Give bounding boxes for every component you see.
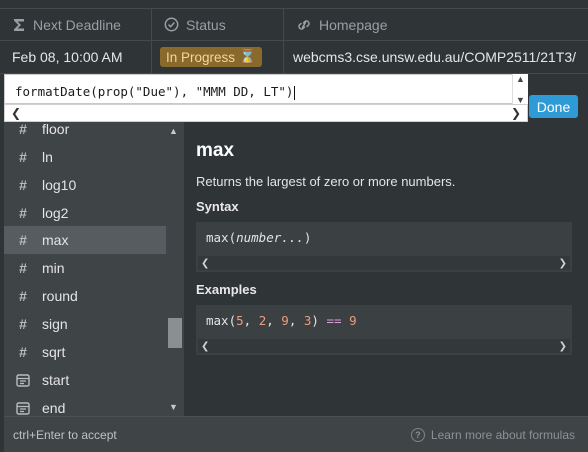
column-label: Next Deadline <box>33 16 121 33</box>
list-item-max[interactable]: # max <box>4 226 166 254</box>
list-item-label: log2 <box>42 205 69 221</box>
list-item-round[interactable]: # round <box>4 282 166 310</box>
code-operator: == <box>326 313 342 328</box>
code-fn: max( <box>206 313 237 328</box>
status-icon <box>164 17 179 32</box>
list-item-sign[interactable]: # sign <box>4 310 166 338</box>
column-header-status[interactable]: Status <box>152 9 284 40</box>
hourglass-icon: ⌛ <box>239 49 256 64</box>
hash-icon: # <box>19 205 27 221</box>
list-item-label: round <box>42 288 78 304</box>
hash-icon: # <box>19 177 27 193</box>
keyboard-hint: ctrl+Enter to accept <box>13 427 117 442</box>
table-row[interactable]: Feb 08, 10:00 AM In Progress ⌛ webcms3.c… <box>0 41 588 74</box>
examples-heading: Examples <box>196 282 257 297</box>
text-caret <box>294 85 296 100</box>
status-cell[interactable]: In Progress ⌛ <box>152 41 284 73</box>
learn-more-link[interactable]: ? Learn more about formulas <box>410 427 575 442</box>
code-scrollbar[interactable]: ❮ ❯ <box>198 256 570 270</box>
list-item-label: min <box>42 260 65 276</box>
hash-icon: # <box>19 149 27 165</box>
list-item-label: start <box>42 372 70 388</box>
chevron-right-icon[interactable]: ❯ <box>559 341 567 352</box>
list-item-floor[interactable]: # floor <box>4 122 166 143</box>
chevron-down-icon[interactable]: ▼ <box>169 402 178 412</box>
code-number: 3 <box>303 313 312 328</box>
code-scrollbar[interactable]: ❮ ❯ <box>198 339 570 353</box>
example-code-box: max(5, 2, 9, 3) == 9 ❮ ❯ <box>196 305 572 355</box>
list-item-sqrt[interactable]: # sqrt <box>4 338 166 366</box>
function-description: Returns the largest of zero or more numb… <box>196 174 456 189</box>
formula-input[interactable]: formatDate(prop("Due"), "MMM DD, LT") <box>4 74 528 104</box>
function-list-scrollbar[interactable]: ▲ ▼ <box>166 122 184 416</box>
formula-editor-screen: Next Deadline Status Homepage Feb 08, 10… <box>0 0 588 452</box>
panel-footer: ctrl+Enter to accept ? Learn more about … <box>4 416 588 452</box>
list-item-label: ln <box>42 149 53 165</box>
hash-icon: # <box>19 122 27 137</box>
list-item-label: end <box>42 400 66 416</box>
column-label: Homepage <box>319 16 388 33</box>
chevron-right-icon[interactable]: ❯ <box>511 106 521 120</box>
list-item-label: sqrt <box>42 344 66 360</box>
list-item-start[interactable]: start <box>4 366 166 394</box>
function-title: max <box>196 140 235 161</box>
list-item-log2[interactable]: # log2 <box>4 199 166 227</box>
column-header-next-deadline[interactable]: Next Deadline <box>0 9 152 40</box>
column-header-homepage[interactable]: Homepage <box>284 9 588 40</box>
list-item-label: log10 <box>42 177 77 193</box>
code-number: 2 <box>258 313 267 328</box>
list-item-label: max <box>42 232 69 248</box>
list-item-label: floor <box>42 122 70 137</box>
editor-vertical-scrollbar[interactable]: ▲ ▼ <box>512 74 528 105</box>
chevron-up-icon[interactable]: ▲ <box>169 126 178 136</box>
list-item-end[interactable]: end <box>4 394 166 416</box>
done-button[interactable]: Done <box>529 95 578 118</box>
list-item-min[interactable]: # min <box>4 254 166 282</box>
calendar-icon <box>16 402 30 415</box>
function-detail: max Returns the largest of zero or more … <box>184 122 588 416</box>
list-item-label: sign <box>42 316 68 332</box>
code-number: 9 <box>281 313 289 328</box>
chevron-left-icon[interactable]: ❮ <box>201 341 209 352</box>
hash-icon: # <box>19 232 27 248</box>
code-number: 5 <box>236 313 244 328</box>
list-item-ln[interactable]: # ln <box>4 143 166 171</box>
chevron-up-icon[interactable]: ▲ <box>516 74 525 84</box>
chevron-right-icon[interactable]: ❯ <box>559 258 567 269</box>
hash-icon: # <box>19 288 27 304</box>
editor-horizontal-scrollbar[interactable]: ❮ ❯ <box>4 104 528 122</box>
hash-icon: # <box>19 260 27 276</box>
function-list[interactable]: # floor # ln # log10 # log2 # max # min # round… <box>4 122 166 416</box>
table-header: Next Deadline Status Homepage <box>0 8 588 41</box>
list-item-log10[interactable]: # log10 <box>4 171 166 199</box>
code-number: 9 <box>349 313 357 328</box>
status-badge: In Progress ⌛ <box>160 47 262 67</box>
chevron-left-icon[interactable]: ❮ <box>11 106 21 120</box>
chevron-left-icon[interactable]: ❮ <box>201 258 209 269</box>
link-icon <box>298 19 310 30</box>
syntax-code-box: max(number...) ❮ ❯ <box>196 222 572 272</box>
formula-text: formatDate(prop("Due"), "MMM DD, LT") <box>15 84 294 99</box>
learn-more-label: Learn more about formulas <box>430 427 575 442</box>
code-arg: number... <box>236 230 304 245</box>
formula-reference-panel: # floor # ln # log10 # log2 # max # min # round… <box>4 122 588 452</box>
sigma-icon <box>14 18 24 31</box>
code-fn: max( <box>206 230 237 245</box>
deadline-cell[interactable]: Feb 08, 10:00 AM <box>0 41 152 73</box>
scrollbar-thumb[interactable] <box>168 318 182 348</box>
syntax-heading: Syntax <box>196 199 239 214</box>
column-label: Status <box>186 16 226 33</box>
code-close: ) <box>303 230 312 245</box>
syntax-code: max(number...) <box>206 230 311 245</box>
status-label: In Progress <box>166 49 236 65</box>
example-code: max(5, 2, 9, 3) == 9 <box>206 313 357 328</box>
calendar-icon <box>16 374 30 387</box>
homepage-cell[interactable]: webcms3.cse.unsw.edu.au/COMP2511/21T3/ <box>284 41 588 73</box>
hash-icon: # <box>19 344 27 360</box>
hash-icon: # <box>19 316 27 332</box>
help-icon: ? <box>410 427 425 442</box>
